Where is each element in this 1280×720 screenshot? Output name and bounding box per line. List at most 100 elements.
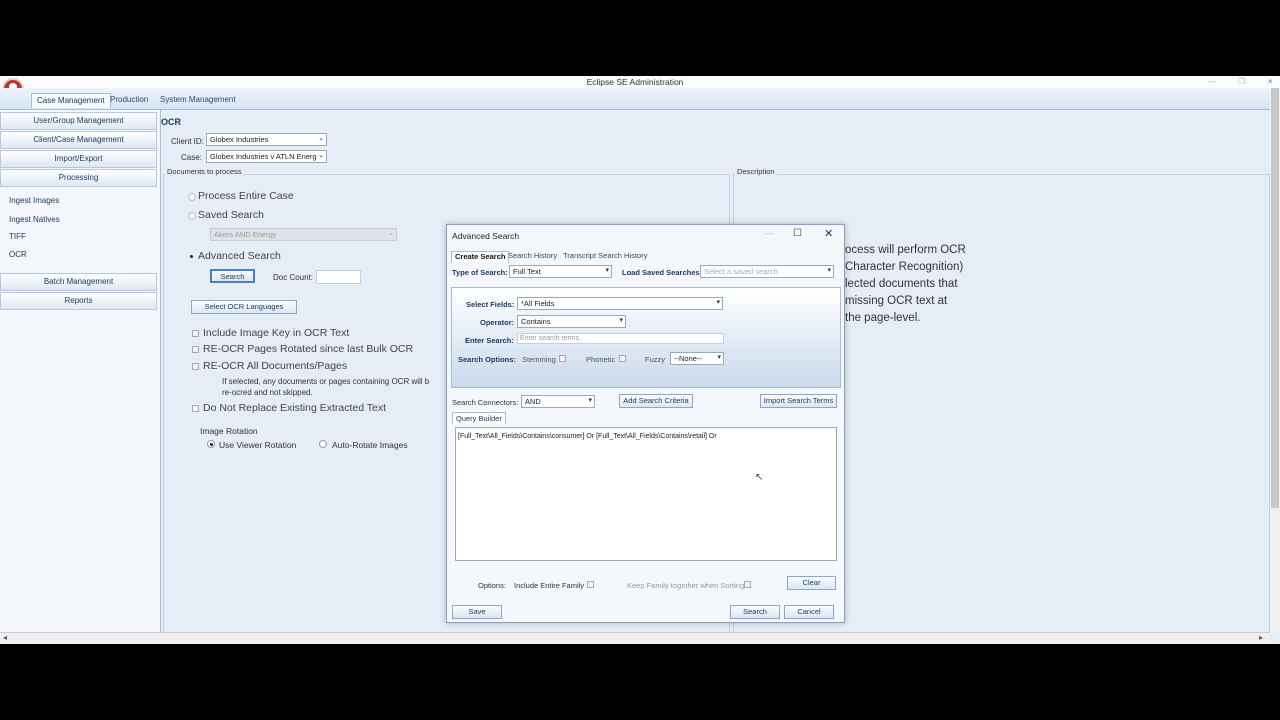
tab-production[interactable]: Production [105,93,153,108]
minimize-icon[interactable]: — [765,228,774,238]
select-fields-value: *All Fields [521,299,555,308]
maximize-icon[interactable]: ☐ [793,228,802,239]
vertical-scrollbar[interactable] [1270,88,1280,632]
operator-dropdown[interactable]: Contains ▾ [517,315,626,328]
enter-search-label: Enter Search: [465,336,514,345]
description-line: Character Recognition) [845,261,964,273]
advanced-search-label: Advanced Search [198,250,281,262]
sidebar-processing[interactable]: Processing [0,169,157,187]
ribbon-tab-strip: Case Management Production System Manage… [0,88,1270,110]
tab-create-search[interactable]: Create Search [451,251,510,263]
use-viewer-rotation-radio[interactable] [207,440,215,448]
reocr-rotated-checkbox[interactable] [192,346,199,353]
sidebar-client-case-management[interactable]: Client/Case Management [0,131,157,149]
include-image-key-checkbox[interactable] [192,330,199,337]
restore-icon[interactable]: ❐ [1238,77,1245,86]
scroll-right-icon[interactable]: ▸ [1259,633,1263,642]
auto-rotate-label: Auto-Rotate Images [332,440,408,450]
description-line: missing OCR text at [845,295,948,307]
fuzzy-dropdown[interactable]: --None-- ▾ [670,352,724,365]
chevron-down-icon: ▾ [588,397,592,404]
save-button[interactable]: Save [452,605,502,619]
query-builder-text[interactable]: [Full_Text\All_Fields\Contains\consumer]… [455,427,837,561]
sidebar-item-ocr[interactable]: OCR [9,250,27,259]
page-title: OCR [161,117,181,127]
clear-button[interactable]: Clear [787,576,836,590]
tab-system-management[interactable]: System Management [155,93,241,108]
client-id-dropdown[interactable]: Globex Industries ⌄ [206,133,327,146]
keep-family-together-label: Keep Family together when Sorting [627,581,745,590]
tab-search-history[interactable]: Search History [505,251,560,263]
import-search-terms-button[interactable]: Import Search Terms [760,394,837,408]
scroll-left-icon[interactable]: ◂ [3,633,7,642]
sidebar-import-export[interactable]: Import/Export [0,150,157,168]
sidebar-item-ingest-natives[interactable]: Ingest Natives [9,215,60,224]
horizontal-scrollbar[interactable]: ◂ ▸ [0,632,1270,644]
tab-query-builder[interactable]: Query Builder [452,412,506,424]
search-options-label: Search Options: [458,355,516,364]
reocr-note-line-1: If selected, any documents or pages cont… [222,377,430,386]
vertical-scroll-thumb[interactable] [1271,88,1279,508]
description-title: Description [735,167,777,176]
query-text: [Full_Text\All_Fields\Contains\consumer]… [458,433,717,440]
do-not-replace-checkbox[interactable] [192,405,199,412]
chevron-down-icon: ▾ [605,267,609,274]
auto-rotate-radio[interactable] [319,440,327,448]
documents-to-process-title: Documents to process [165,167,244,176]
case-dropdown[interactable]: Globex Industries v ATLN Energ ⌄ [206,150,327,163]
load-saved-searches-dropdown[interactable]: Select a saved search ▾ [700,265,834,278]
tab-transcript-search-history[interactable]: Transcript Search History [560,251,650,263]
advanced-search-radio[interactable] [188,253,196,261]
include-entire-family-label: Include Entire Family [514,581,585,590]
search-criteria-panel: Select Fields: *All Fields ▾ Operator: Co… [451,287,841,388]
minimize-icon[interactable]: — [1208,77,1216,86]
include-image-key-label: Include Image Key in OCR Text [203,327,350,339]
stemming-checkbox[interactable] [559,355,566,362]
type-of-search-value: Full Text [513,267,541,276]
saved-search-dropdown[interactable]: Akers AND Energy ⌄ [210,228,397,241]
operator-value: Contains [521,317,551,326]
case-label: Case: [181,153,202,162]
do-not-replace-label: Do Not Replace Existing Extracted Text [203,402,387,414]
dialog-search-button[interactable]: Search [730,605,780,619]
phonetic-checkbox[interactable] [619,355,626,362]
load-saved-searches-placeholder: Select a saved search [704,267,778,276]
phonetic-label: Phonetic [586,355,616,364]
client-id-value: Globex Industries [210,135,269,144]
sidebar-user-group-management[interactable]: User/Group Management [0,112,157,130]
chevron-down-icon: ⌄ [318,152,324,159]
include-entire-family-checkbox[interactable] [587,581,594,588]
cancel-button[interactable]: Cancel [784,605,834,619]
reocr-all-checkbox[interactable] [192,363,199,370]
select-fields-dropdown[interactable]: *All Fields ▾ [517,297,723,310]
tab-case-management[interactable]: Case Management [31,93,111,108]
close-icon[interactable]: × [1268,77,1273,86]
reocr-all-label: RE-OCR All Documents/Pages [203,360,348,372]
sidebar: User/Group Management Client/Case Manage… [0,110,161,632]
process-entire-case-label: Process Entire Case [198,190,294,202]
sidebar-item-tiff[interactable]: TIFF [9,232,26,241]
search-button[interactable]: Search [210,269,255,283]
enter-search-input[interactable]: Enter search terms [517,333,724,344]
sidebar-batch-management[interactable]: Batch Management [0,273,157,291]
select-ocr-languages-button[interactable]: Select OCR Languages [191,300,297,314]
chevron-down-icon: ⌄ [318,135,324,142]
reocr-note-line-2: re-ocred and not skipped. [222,388,313,397]
dialog-title: Advanced Search [452,231,520,241]
sidebar-reports[interactable]: Reports [0,292,157,310]
keep-family-together-checkbox[interactable] [744,581,751,588]
saved-search-value: Akers AND Energy [214,230,277,239]
add-search-criteria-button[interactable]: Add Search Criteria [619,394,693,408]
fuzzy-value: --None-- [674,354,702,363]
doc-count-field[interactable] [316,270,361,284]
search-connectors-dropdown[interactable]: AND ▾ [521,395,595,408]
chevron-down-icon: ▾ [619,317,623,324]
type-of-search-dropdown[interactable]: Full Text ▾ [509,265,612,278]
sidebar-item-ingest-images[interactable]: Ingest Images [9,196,59,205]
process-entire-case-radio[interactable] [188,193,196,201]
fuzzy-label: Fuzzy [645,355,666,364]
type-of-search-label: Type of Search: [452,268,508,277]
saved-search-radio[interactable] [188,212,196,220]
close-icon[interactable]: ✕ [824,227,833,240]
description-line: lected documents that [845,278,958,290]
